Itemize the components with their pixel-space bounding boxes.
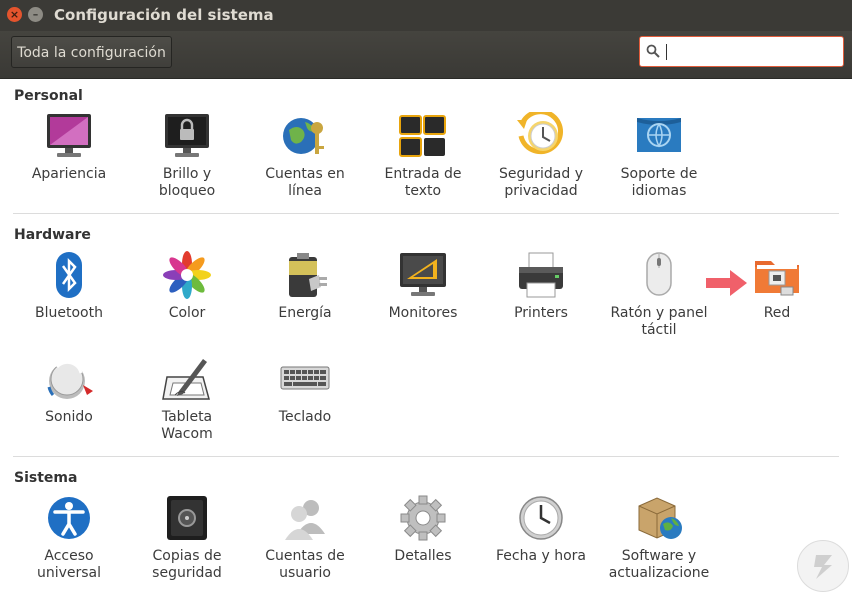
appearance-icon xyxy=(47,114,91,157)
item-printers[interactable]: Printers xyxy=(482,251,600,322)
item-brillo-bloqueo[interactable]: Brillo y bloqueo xyxy=(128,112,246,200)
item-color[interactable]: Color xyxy=(128,251,246,322)
item-label: Red xyxy=(763,305,791,321)
close-window-button[interactable]: × xyxy=(7,7,22,22)
sound-knob-icon xyxy=(47,360,93,399)
item-label: Fecha y hora xyxy=(495,548,586,564)
item-label: Seguridad y privacidad xyxy=(499,166,583,199)
item-label: Acceso universal xyxy=(36,548,102,581)
item-monitores[interactable]: Monitores xyxy=(364,251,482,322)
item-sonido[interactable]: Sonido xyxy=(10,355,128,426)
item-software-actualizaciones[interactable]: Software y actualizacione xyxy=(600,494,718,582)
item-label: Color xyxy=(168,305,206,321)
battery-power-icon xyxy=(289,253,327,297)
item-label: Brillo y bloqueo xyxy=(158,166,216,199)
all-settings-button[interactable]: Toda la configuración xyxy=(11,36,172,68)
printer-icon xyxy=(519,252,563,298)
item-acceso-universal[interactable]: Acceso universal xyxy=(10,494,128,582)
item-label: Soporte de idiomas xyxy=(620,166,698,199)
watermark-logo xyxy=(797,540,849,592)
item-tableta-wacom[interactable]: Tableta Wacom xyxy=(128,355,246,443)
item-label: Ratón y panel táctil xyxy=(610,305,708,338)
item-bluetooth[interactable]: Bluetooth xyxy=(10,251,128,322)
item-label: Software y actualizacione xyxy=(608,548,710,581)
item-cuentas-en-linea[interactable]: Cuentas en línea xyxy=(246,112,364,200)
bluetooth-icon xyxy=(56,252,82,298)
item-label: Copias de seguridad xyxy=(152,548,222,581)
section-title-sistema: Sistema xyxy=(14,470,78,486)
gear-icon xyxy=(400,495,446,541)
item-label: Energía xyxy=(278,305,332,321)
item-label: Cuentas en línea xyxy=(265,166,345,199)
item-energia[interactable]: Energía xyxy=(246,251,364,322)
security-clock-icon xyxy=(517,112,563,155)
item-fecha-hora[interactable]: Fecha y hora xyxy=(482,494,600,565)
settings-panel: Personal Apariencia Brillo y bloqueo Cue… xyxy=(0,79,852,594)
text-cursor xyxy=(666,44,667,60)
toolbar: Toda la configuración xyxy=(0,31,852,79)
online-accounts-icon xyxy=(283,118,324,154)
section-title-personal: Personal xyxy=(14,88,83,104)
mouse-icon xyxy=(646,252,672,296)
item-label: Printers xyxy=(514,305,568,321)
item-label: Entrada de texto xyxy=(384,166,462,199)
item-apariencia[interactable]: Apariencia xyxy=(10,112,128,183)
lock-screen-icon xyxy=(165,114,209,157)
network-folder-icon xyxy=(755,261,799,296)
section-divider xyxy=(13,456,839,457)
item-teclado[interactable]: Teclado xyxy=(246,355,364,426)
item-copias-seguridad[interactable]: Copias de seguridad xyxy=(128,494,246,582)
item-label: Monitores xyxy=(388,305,458,321)
search-input[interactable] xyxy=(639,36,844,67)
color-flower-icon xyxy=(163,251,211,299)
tablet-pen-icon xyxy=(162,359,210,400)
language-support-icon xyxy=(637,118,681,152)
item-label: Teclado xyxy=(278,409,332,425)
section-title-hardware: Hardware xyxy=(14,227,91,243)
item-label: Detalles xyxy=(394,548,452,564)
solvetic-logo-icon xyxy=(814,555,832,579)
item-label: Tableta Wacom xyxy=(161,409,213,442)
section-divider xyxy=(13,213,839,214)
backup-safe-icon xyxy=(167,496,207,540)
keyboard-icon xyxy=(280,366,330,390)
clock-icon xyxy=(519,496,563,540)
item-label: Bluetooth xyxy=(35,305,103,321)
window-title: Configuración del sistema xyxy=(54,6,274,24)
item-label: Cuentas de usuario xyxy=(265,548,345,581)
software-package-icon xyxy=(638,497,682,539)
monitor-icon xyxy=(400,253,446,296)
item-red[interactable]: Red xyxy=(718,251,836,322)
universal-access-icon xyxy=(48,497,90,539)
keyboard-input-icon xyxy=(399,115,446,157)
item-label: Apariencia xyxy=(31,166,107,182)
item-raton-panel[interactable]: Ratón y panel táctil xyxy=(600,251,718,339)
user-accounts-icon xyxy=(285,500,325,540)
minimize-window-button[interactable]: – xyxy=(28,7,43,22)
item-cuentas-usuario[interactable]: Cuentas de usuario xyxy=(246,494,364,582)
item-label: Sonido xyxy=(45,409,93,425)
search-icon xyxy=(646,44,660,58)
title-bar: × – Configuración del sistema xyxy=(0,0,852,31)
item-detalles[interactable]: Detalles xyxy=(364,494,482,565)
item-entrada-de-texto[interactable]: Entrada de texto xyxy=(364,112,482,200)
item-seguridad-privacidad[interactable]: Seguridad y privacidad xyxy=(482,112,600,200)
item-soporte-idiomas[interactable]: Soporte de idiomas xyxy=(600,112,718,200)
